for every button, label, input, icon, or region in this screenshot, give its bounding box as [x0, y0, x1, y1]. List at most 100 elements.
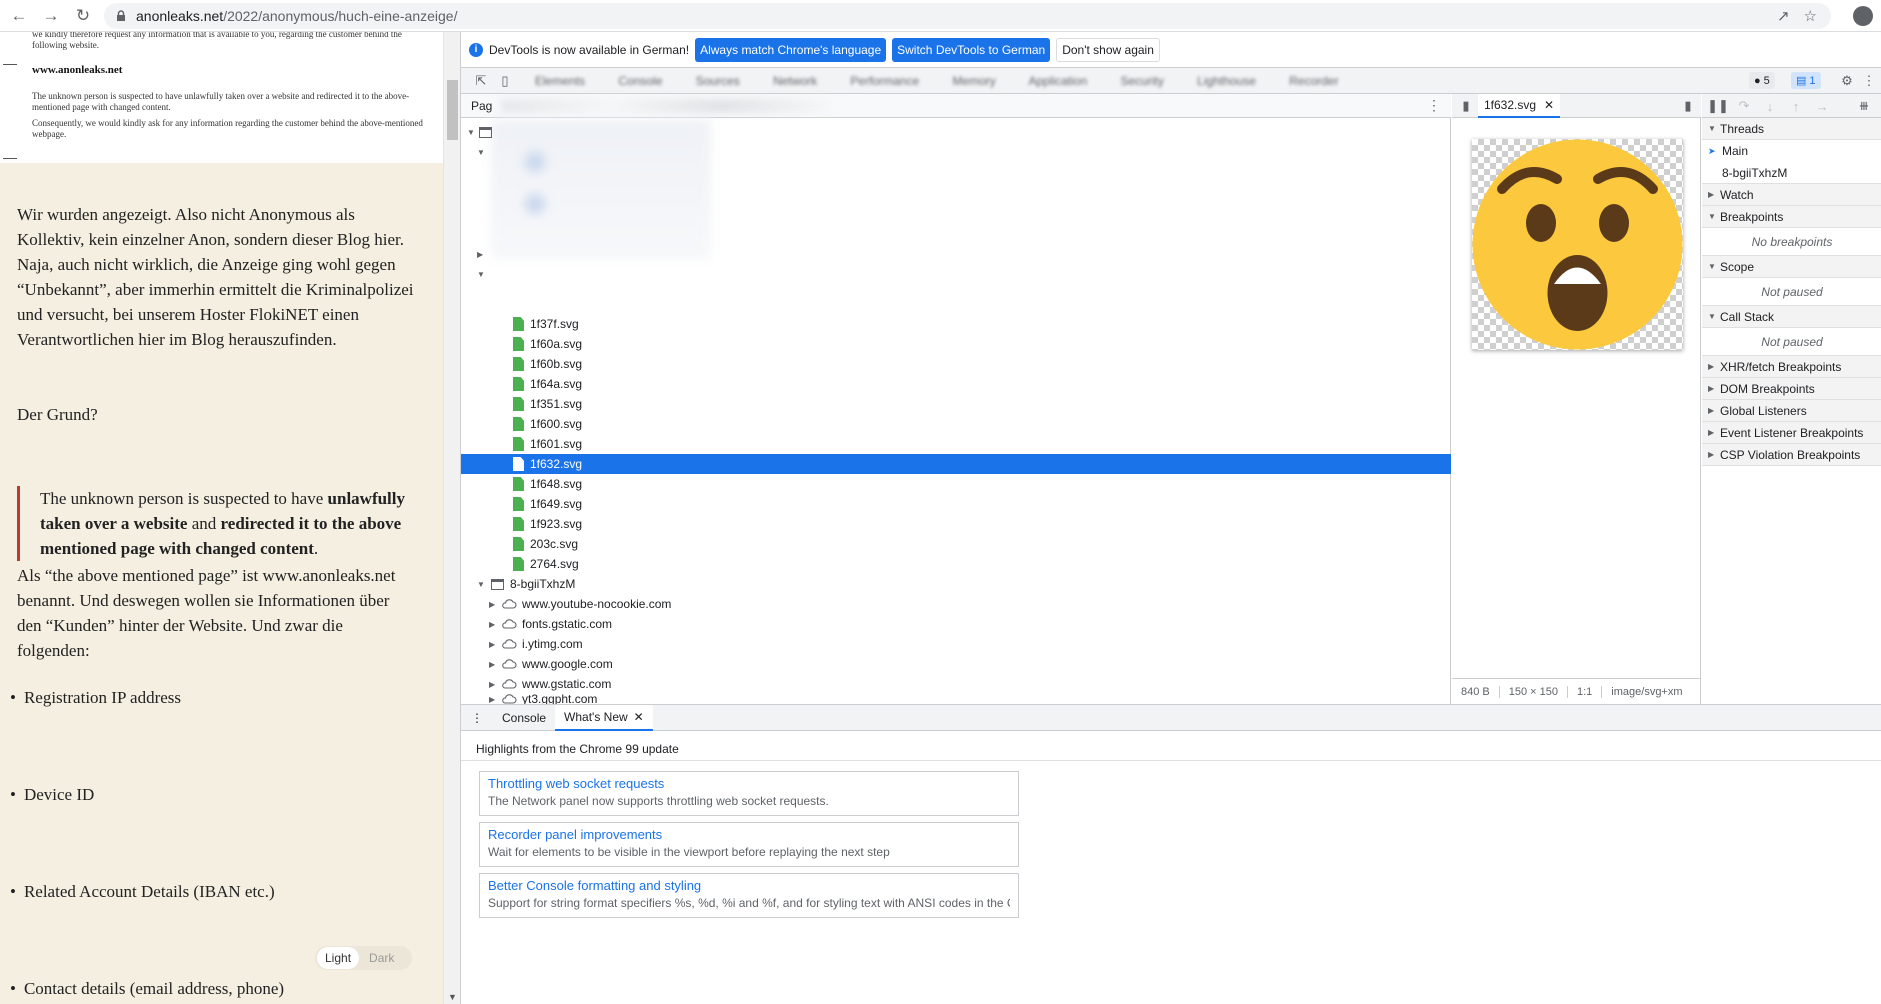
more-options-icon[interactable]: ⋮ — [1861, 73, 1877, 89]
expand-arrow-icon[interactable]: ▼ — [477, 148, 485, 157]
messages-counter[interactable]: ▤ 1 — [1791, 72, 1821, 89]
file-row[interactable]: 1f351.svg — [461, 394, 1451, 414]
file-row[interactable]: 1f923.svg — [461, 514, 1451, 534]
thread-main[interactable]: ➤ Main — [1702, 140, 1881, 162]
step-into-icon[interactable]: ↓ — [1762, 98, 1778, 114]
domain-row[interactable]: ▶ yt3.ggpht.com — [461, 692, 1451, 706]
file-icon — [513, 337, 524, 351]
tree-row[interactable]: ▶ — [461, 244, 1451, 264]
close-icon[interactable]: ✕ — [1544, 98, 1554, 112]
frame-row[interactable]: ▼ 8-bgiiTxhzM — [461, 574, 1451, 594]
dont-show-again-button[interactable]: Don't show again — [1056, 37, 1160, 62]
step-over-icon[interactable]: ↷ — [1736, 98, 1752, 114]
file-row-selected[interactable]: 1f632.svg — [461, 454, 1451, 474]
theme-dark-option[interactable]: Dark — [359, 947, 404, 969]
section-dom-breakpoints[interactable]: ▶ DOM Breakpoints — [1702, 378, 1881, 400]
collapse-arrow-icon[interactable]: ▶ — [489, 600, 495, 609]
section-csp-breakpoints[interactable]: ▶ CSP Violation Breakpoints — [1702, 444, 1881, 466]
page-scrollbar[interactable]: ▼ — [443, 32, 460, 1004]
section-breakpoints[interactable]: ▼ Breakpoints — [1702, 206, 1881, 228]
card-title-link[interactable]: Better Console formatting and styling — [488, 878, 1010, 893]
file-row[interactable]: 203c.svg — [461, 534, 1451, 554]
file-row[interactable]: 1f60a.svg — [461, 334, 1451, 354]
tab-1f632-svg[interactable]: 1f632.svg ✕ — [1478, 94, 1561, 118]
expand-arrow-icon[interactable]: ▼ — [477, 580, 485, 589]
tab-whats-new[interactable]: What's New ✕ — [555, 704, 653, 731]
section-label: Threads — [1720, 121, 1765, 136]
errors-counter[interactable]: ● 5 — [1749, 72, 1775, 89]
collapse-arrow-icon[interactable]: ▶ — [489, 680, 495, 689]
step-icon[interactable]: → — [1814, 98, 1830, 114]
tree-row[interactable]: ▼ — [461, 264, 1451, 284]
file-row[interactable]: 1f648.svg — [461, 474, 1451, 494]
toggle-navigator-icon[interactable]: ▮ — [1458, 98, 1474, 114]
file-row[interactable]: 1f601.svg — [461, 434, 1451, 454]
scanned-letter-image: we kindly therefore request any informat… — [0, 32, 443, 163]
bookmark-star-icon[interactable]: ☆ — [1804, 7, 1817, 25]
back-icon[interactable]: ← — [6, 3, 32, 29]
lock-icon[interactable] — [114, 9, 128, 23]
section-label: Call Stack — [1720, 309, 1775, 324]
navigator-header: Pag ⋮ — [461, 94, 1451, 118]
domain-row[interactable]: ▶ i.ytimg.com — [461, 634, 1451, 654]
thread-frame[interactable]: 8-bgiiTxhzM — [1702, 162, 1881, 184]
section-scope[interactable]: ▼ Scope — [1702, 256, 1881, 278]
domain-row[interactable]: ▶ www.google.com — [461, 654, 1451, 674]
scroll-down-icon[interactable]: ▼ — [448, 992, 457, 1002]
close-icon[interactable]: ✕ — [634, 710, 644, 724]
collapse-arrow-icon[interactable]: ▶ — [489, 620, 495, 629]
file-row[interactable]: 1f649.svg — [461, 494, 1451, 514]
whats-new-card[interactable]: Recorder panel improvements Wait for ele… — [479, 822, 1019, 867]
always-match-language-button[interactable]: Always match Chrome's language — [695, 37, 887, 62]
file-row[interactable]: 1f60b.svg — [461, 354, 1451, 374]
forward-icon[interactable]: → — [38, 3, 64, 29]
collapse-arrow-icon[interactable]: ▶ — [489, 695, 495, 704]
pause-icon[interactable]: ❚❚ — [1707, 98, 1729, 114]
collapse-arrow-icon[interactable]: ▶ — [489, 660, 495, 669]
switch-to-german-button[interactable]: Switch DevTools to German — [892, 37, 1051, 62]
expand-arrow-icon: ▼ — [1708, 212, 1716, 221]
tree-row-top[interactable]: ▼ — [461, 122, 1451, 142]
navigator-more-icon[interactable]: ⋮ — [1427, 97, 1441, 114]
file-name: 2764.svg — [530, 557, 579, 571]
domain-row[interactable]: ▶ www.youtube-nocookie.com — [461, 594, 1451, 614]
whats-new-card[interactable]: Throttling web socket requests The Netwo… — [479, 771, 1019, 816]
step-out-icon[interactable]: ↑ — [1788, 98, 1804, 114]
address-bar[interactable]: anonleaks.net/2022/anonymous/huch-eine-a… — [104, 3, 1831, 29]
section-xhr-breakpoints[interactable]: ▶ XHR/fetch Breakpoints — [1702, 356, 1881, 378]
tree-row[interactable]: ▼ — [461, 142, 1451, 162]
inspect-element-icon[interactable]: ⇱ — [473, 73, 489, 89]
domain-row[interactable]: ▶ www.gstatic.com — [461, 674, 1451, 694]
drawer-menu-icon[interactable]: ⋮ — [461, 705, 493, 731]
expand-arrow-icon[interactable]: ▼ — [467, 128, 475, 137]
theme-light-option[interactable]: Light — [317, 947, 360, 969]
card-title-link[interactable]: Throttling web socket requests — [488, 776, 1010, 791]
share-icon[interactable]: ↗ — [1777, 7, 1790, 25]
section-threads[interactable]: ▼ Threads — [1702, 118, 1881, 140]
whats-new-card[interactable]: Better Console formatting and styling Su… — [479, 873, 1019, 918]
reload-icon[interactable]: ↻ — [70, 3, 96, 29]
card-title-link[interactable]: Recorder panel improvements — [488, 827, 1010, 842]
collapse-arrow-icon[interactable]: ▶ — [489, 640, 495, 649]
scrollbar-thumb[interactable] — [447, 80, 458, 140]
file-row[interactable]: 1f37f.svg — [461, 314, 1451, 334]
collapse-arrow-icon[interactable]: ▶ — [477, 250, 483, 259]
file-row[interactable]: 1f64a.svg — [461, 374, 1451, 394]
section-call-stack[interactable]: ▼ Call Stack — [1702, 306, 1881, 328]
devtools-tab-names[interactable]: Elements Console Sources Network Perform… — [535, 74, 1339, 88]
section-event-listener-breakpoints[interactable]: ▶ Event Listener Breakpoints — [1702, 422, 1881, 444]
section-watch[interactable]: ▶ Watch — [1702, 184, 1881, 206]
tab-console[interactable]: Console — [493, 705, 555, 731]
expand-arrow-icon[interactable]: ▼ — [477, 270, 485, 279]
section-global-listeners[interactable]: ▶ Global Listeners — [1702, 400, 1881, 422]
tab-page[interactable]: Pag — [471, 99, 492, 113]
file-row[interactable]: 2764.svg — [461, 554, 1451, 574]
file-row[interactable]: 1f600.svg — [461, 414, 1451, 434]
profile-avatar-icon[interactable] — [1853, 6, 1873, 26]
domain-row[interactable]: ▶ fonts.gstatic.com — [461, 614, 1451, 634]
settings-gear-icon[interactable]: ⚙ — [1839, 73, 1855, 89]
theme-toggle[interactable]: Light Dark — [315, 946, 412, 970]
deactivate-breakpoints-icon[interactable]: ⧻ — [1856, 98, 1872, 114]
toggle-debugger-icon[interactable]: ▮ — [1680, 98, 1696, 114]
device-toolbar-icon[interactable]: ▯ — [497, 73, 513, 89]
